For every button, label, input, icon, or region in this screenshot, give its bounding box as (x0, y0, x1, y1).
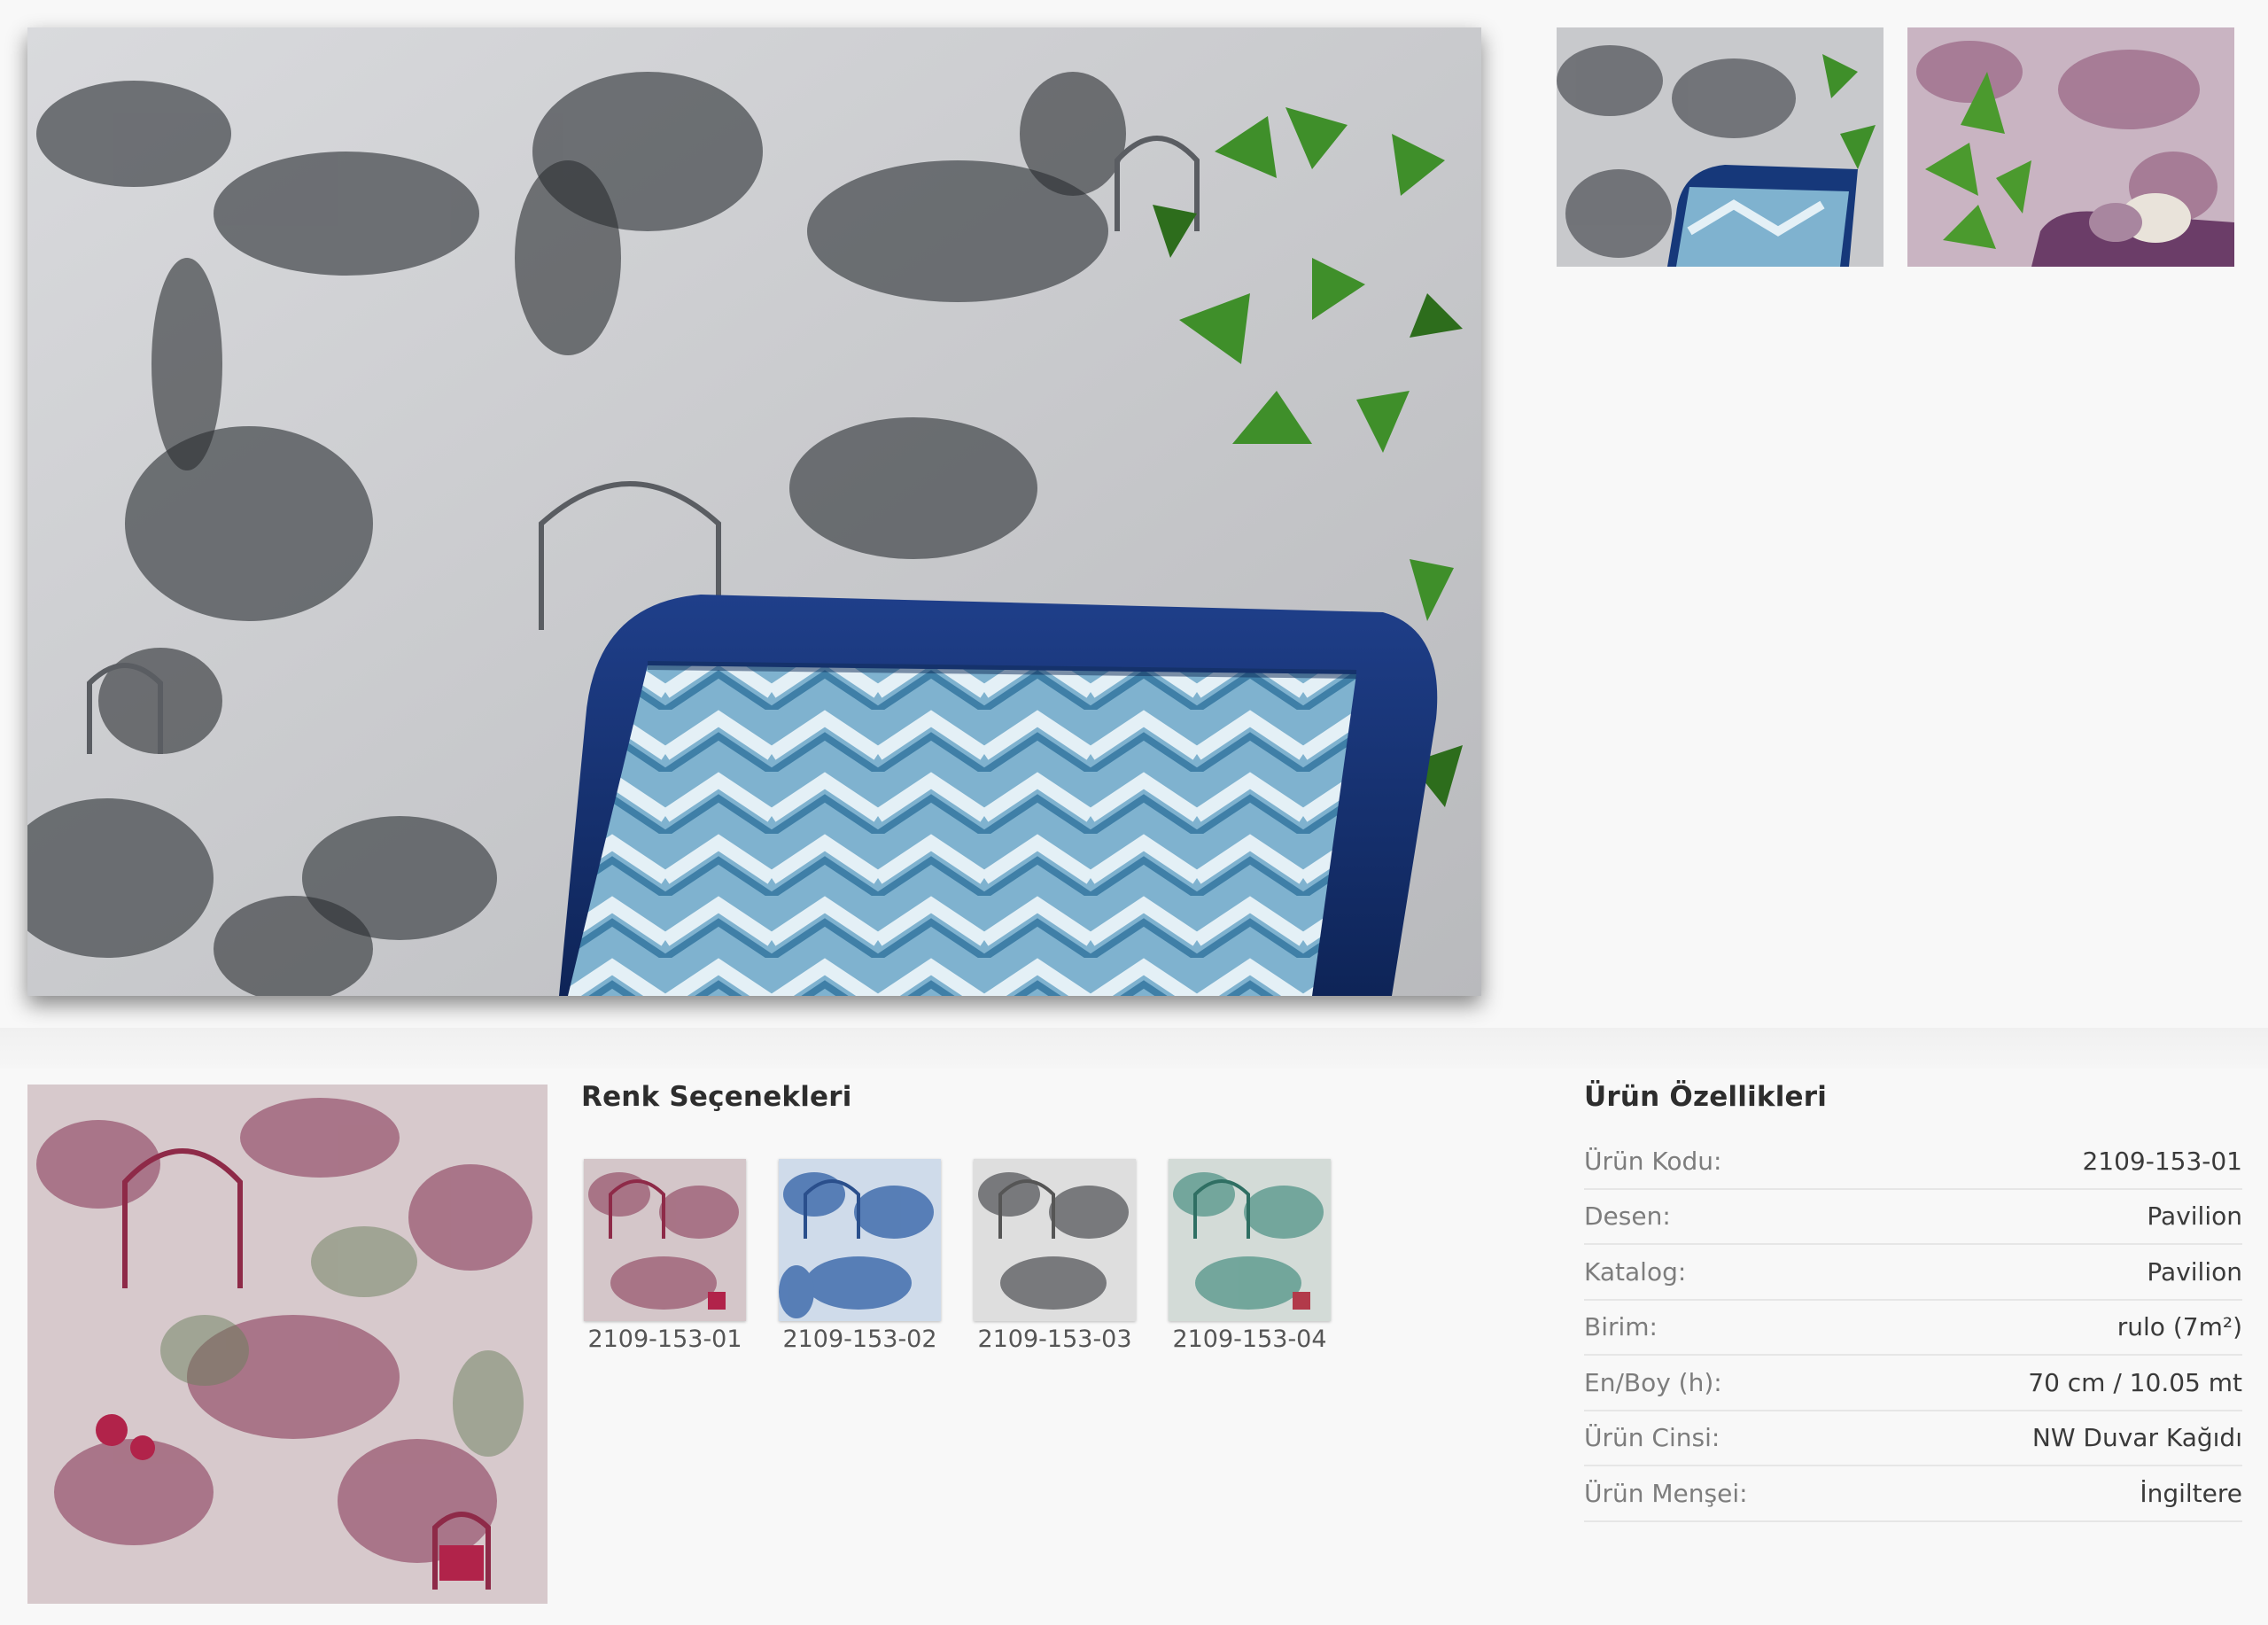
swatch-1-graphic (584, 1159, 746, 1321)
color-swatch-2109-153-02[interactable]: 2109-153-02 (779, 1159, 947, 1353)
property-value: NW Duvar Kağıdı (2031, 1423, 2242, 1453)
gallery-thumbnail-1[interactable] (1557, 27, 1884, 267)
swatch-4-graphic (1169, 1159, 1331, 1321)
swatch-2-graphic (779, 1159, 941, 1321)
property-label: Ürün Cinsi: (1584, 1423, 1720, 1453)
property-label: En/Boy (h): (1584, 1367, 1722, 1397)
color-swatch-code: 2109-153-04 (1172, 1326, 1327, 1353)
product-details: Renk Seçenekleri 2109-153-01 2109-153-02… (0, 1069, 2268, 1625)
color-swatch-image[interactable] (779, 1159, 941, 1321)
property-label: Ürün Kodu: (1584, 1146, 1722, 1176)
color-options-title: Renk Seçenekleri (581, 1081, 852, 1113)
thumbnail-2-graphic (1907, 27, 2234, 267)
color-swatch-image[interactable] (584, 1159, 746, 1321)
large-swatch-graphic (27, 1085, 548, 1604)
property-label: Katalog: (1584, 1256, 1687, 1287)
property-row-en-boy: En/Boy (h): 70 cm / 10.05 mt (1584, 1356, 2242, 1411)
color-options-section: Renk Seçenekleri 2109-153-01 2109-153-02… (581, 1081, 1379, 1353)
product-properties-section: Ürün Özellikleri Ürün Kodu: 2109-153-01 … (1584, 1081, 2242, 1522)
color-swatch-image[interactable] (974, 1159, 1136, 1321)
property-value: 70 cm / 10.05 mt (2028, 1367, 2242, 1397)
property-value: İngiltere (2140, 1478, 2242, 1508)
product-gallery (0, 0, 2268, 1028)
color-swatch-2109-153-01[interactable]: 2109-153-01 (584, 1159, 752, 1353)
gallery-thumbnail-2[interactable] (1907, 27, 2234, 267)
product-properties-table: Ürün Kodu: 2109-153-01 Desen: Pavilion K… (1584, 1134, 2242, 1522)
property-value: 2109-153-01 (2082, 1146, 2242, 1176)
main-product-image[interactable] (27, 27, 1481, 996)
color-swatch-code: 2109-153-02 (782, 1326, 937, 1353)
swatch-3-graphic (974, 1159, 1136, 1321)
property-label: Ürün Menşei: (1584, 1478, 1748, 1508)
color-swatch-list: 2109-153-01 2109-153-02 2109-153-03 2109… (584, 1159, 1363, 1353)
property-label: Desen: (1584, 1201, 1671, 1232)
property-row-urun-kodu: Ürün Kodu: 2109-153-01 (1584, 1134, 2242, 1190)
color-swatch-image[interactable] (1169, 1159, 1331, 1321)
thumbnail-1-graphic (1557, 27, 1884, 267)
color-swatch-2109-153-04[interactable]: 2109-153-04 (1169, 1159, 1337, 1353)
color-swatch-code: 2109-153-03 (977, 1326, 1132, 1353)
property-row-urun-cinsi: Ürün Cinsi: NW Duvar Kağıdı (1584, 1411, 2242, 1466)
color-swatch-2109-153-03[interactable]: 2109-153-03 (974, 1159, 1142, 1353)
property-row-katalog: Katalog: Pavilion (1584, 1245, 2242, 1301)
large-product-swatch[interactable] (27, 1085, 548, 1604)
property-value: Pavilion (2147, 1201, 2242, 1232)
property-value: rulo (7m²) (2117, 1312, 2242, 1342)
property-value: Pavilion (2147, 1256, 2242, 1287)
property-label: Birim: (1584, 1312, 1658, 1342)
color-swatch-code: 2109-153-01 (587, 1326, 742, 1353)
property-row-desen: Desen: Pavilion (1584, 1190, 2242, 1245)
main-image-graphic (27, 27, 1481, 996)
property-row-urun-mensei: Ürün Menşei: İngiltere (1584, 1466, 2242, 1522)
product-properties-title: Ürün Özellikleri (1584, 1081, 1828, 1113)
section-divider (0, 1028, 2268, 1069)
property-row-birim: Birim: rulo (7m²) (1584, 1301, 2242, 1356)
